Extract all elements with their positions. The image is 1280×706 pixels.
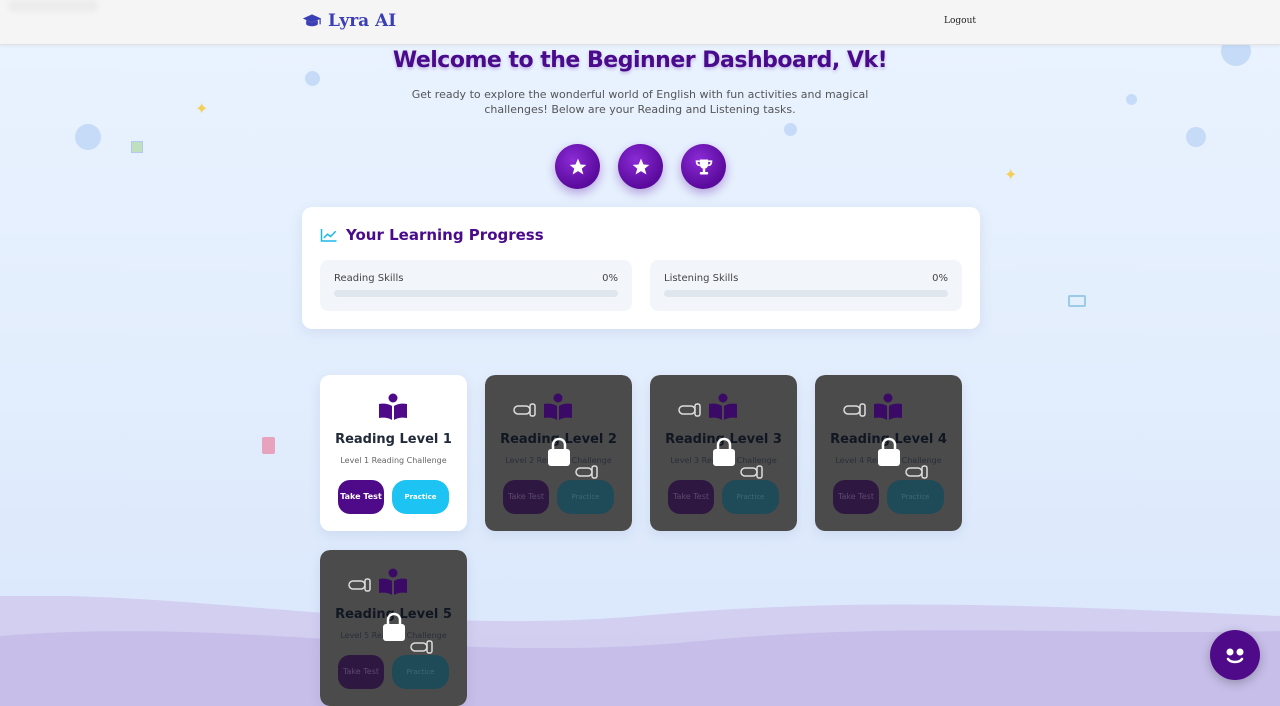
star-icon <box>569 158 586 174</box>
page-title: Welcome to the Beginner Dashboard, Vk! <box>392 48 888 73</box>
brand-name: Lyra AI <box>328 11 397 31</box>
top-navbar: Lyra AI Logout <box>0 0 1280 45</box>
lock-icon <box>713 437 735 466</box>
page-subtitle: Get ready to explore the wonderful world… <box>411 88 869 116</box>
listening-skill-progress: Listening Skills 0% <box>650 260 962 311</box>
practice-button: Practice <box>722 480 779 514</box>
bubble-decoration <box>784 123 797 136</box>
book-icon <box>379 393 407 420</box>
locked-overlay: Reading Level 4 Level 4 Reading Challeng… <box>815 375 962 531</box>
key-icon <box>678 403 701 417</box>
take-test-button: Take Test <box>503 480 549 514</box>
level-card-5: Reading Level 5 Level 5 Reading Challeng… <box>320 550 467 706</box>
book-icon <box>709 393 737 420</box>
skill-percent: 0% <box>932 273 948 284</box>
practice-button[interactable]: Practice <box>392 480 449 514</box>
pink-book-icon <box>262 437 275 454</box>
key-icon <box>740 465 763 479</box>
progress-header: Your Learning Progress <box>320 226 544 244</box>
brand-logo[interactable]: Lyra AI <box>302 11 396 31</box>
level-description: Level 1 Reading Challenge <box>340 456 447 465</box>
locked-overlay: Reading Level 2 Level 2 Reading Challeng… <box>485 375 632 531</box>
progress-title: Your Learning Progress <box>346 226 544 244</box>
key-icon <box>348 578 371 592</box>
graduation-cap-icon <box>302 14 322 27</box>
level-card-3: Reading Level 3 Level 3 Reading Challeng… <box>650 375 797 531</box>
locked-overlay: Reading Level 5 Level 5 Reading Challeng… <box>320 550 467 706</box>
take-test-button: Take Test <box>833 480 879 514</box>
book-stack-icon <box>131 141 143 153</box>
book-icon <box>874 393 902 420</box>
lock-icon <box>878 437 900 466</box>
level-card-1: Reading Level 1 Level 1 Reading Challeng… <box>320 375 467 531</box>
practice-button: Practice <box>557 480 614 514</box>
key-icon <box>513 403 536 417</box>
chatbot-button[interactable] <box>1210 630 1260 680</box>
practice-button: Practice <box>887 480 944 514</box>
take-test-button[interactable]: Take Test <box>338 480 384 514</box>
key-icon <box>905 465 928 479</box>
nav-placeholder <box>8 0 98 12</box>
open-book-icon <box>1068 295 1086 307</box>
trophy-icon <box>695 159 712 174</box>
level-title: Reading Level 1 <box>335 432 452 447</box>
learning-progress-card: Your Learning Progress Reading Skills 0%… <box>302 207 980 329</box>
lock-icon <box>383 612 405 641</box>
skill-label: Listening Skills <box>664 273 739 284</box>
achievement-badges <box>555 144 726 189</box>
reading-skill-progress: Reading Skills 0% <box>320 260 632 311</box>
skill-label: Reading Skills <box>334 273 404 284</box>
locked-overlay: Reading Level 3 Level 3 Reading Challeng… <box>650 375 797 531</box>
take-test-button: Take Test <box>668 480 714 514</box>
background-wave <box>0 596 1280 706</box>
bubble-decoration <box>305 71 320 86</box>
book-icon <box>544 393 572 420</box>
smiley-icon <box>1226 648 1244 664</box>
skill-percent: 0% <box>602 273 618 284</box>
key-icon <box>843 403 866 417</box>
sparkle-icon: ✦ <box>195 99 209 118</box>
star-badge <box>618 144 663 189</box>
star-badge <box>555 144 600 189</box>
chart-line-icon <box>320 229 337 242</box>
level-card-2: Reading Level 2 Level 2 Reading Challeng… <box>485 375 632 531</box>
key-icon <box>575 465 598 479</box>
practice-button: Practice <box>392 655 449 689</box>
sparkle-icon: ✦ <box>1004 165 1018 184</box>
bubble-decoration <box>75 124 101 150</box>
take-test-button: Take Test <box>338 655 384 689</box>
book-icon <box>379 568 407 595</box>
key-icon <box>410 640 433 654</box>
progress-track <box>664 290 948 297</box>
bubble-decoration <box>1186 127 1206 147</box>
lock-icon <box>548 437 570 466</box>
bubble-decoration <box>1126 94 1137 105</box>
logout-link[interactable]: Logout <box>944 16 976 26</box>
level-card-4: Reading Level 4 Level 4 Reading Challeng… <box>815 375 962 531</box>
star-icon <box>632 158 649 174</box>
trophy-badge <box>681 144 726 189</box>
progress-track <box>334 290 618 297</box>
